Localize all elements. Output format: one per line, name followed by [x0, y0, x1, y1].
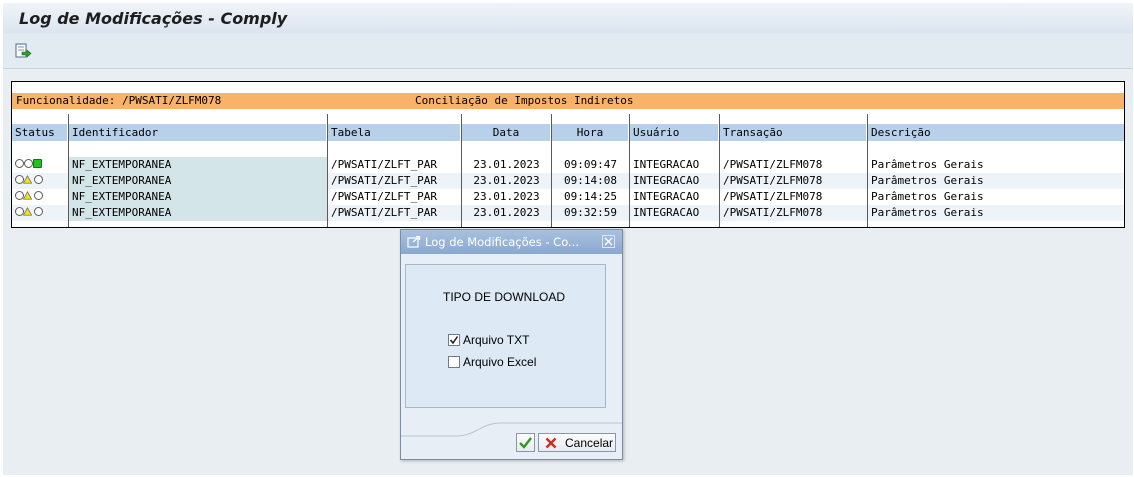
data-cell[interactable]: 23.01.2023 [462, 173, 551, 189]
txt-checkbox[interactable] [448, 334, 460, 346]
light-off-icon [15, 159, 24, 168]
column-header-data[interactable]: Data [462, 124, 550, 141]
download-dialog: Log de Modificações - Co... TIPO DE DOWN… [400, 229, 623, 460]
hora-cell[interactable]: 09:14:25 [552, 189, 629, 205]
column-header-usuario[interactable]: Usuário [630, 124, 718, 141]
table-row[interactable]: NF_EXTEMPORANEA /PWSATI/ZLFT_PAR 23.01.2… [12, 157, 1124, 173]
check-icon [519, 437, 532, 449]
table-row[interactable]: NF_EXTEMPORANEA /PWSATI/ZLFT_PAR 23.01.2… [12, 173, 1124, 189]
funcionalidade-label: Funcionalidade: /PWSATI/ZLFM078 [16, 94, 222, 107]
change-log-grid: Funcionalidade: /PWSATI/ZLFM078 Concilia… [11, 81, 1125, 228]
transacao-cell[interactable]: /PWSATI/ZLFM078 [720, 173, 867, 189]
status-lights-icon [15, 175, 43, 187]
status-lights-icon [15, 191, 43, 203]
light-off-icon [34, 175, 43, 184]
descricao-cell[interactable]: Parâmetros Gerais [868, 205, 1124, 221]
tabela-cell[interactable]: /PWSATI/ZLFT_PAR [328, 157, 461, 173]
column-header-status[interactable]: Status [12, 124, 67, 141]
light-yellow-icon [23, 191, 32, 200]
column-divider[interactable] [867, 114, 868, 227]
status-cell [12, 173, 68, 189]
table-row[interactable]: NF_EXTEMPORANEA /PWSATI/ZLFT_PAR 23.01.2… [12, 189, 1124, 205]
usuario-cell[interactable]: INTEGRACAO [630, 205, 719, 221]
column-divider[interactable] [629, 114, 630, 227]
status-cell [12, 157, 68, 173]
hora-cell[interactable]: 09:09:47 [552, 157, 629, 173]
cancel-button-label: Cancelar [565, 436, 614, 450]
column-divider[interactable] [327, 114, 328, 227]
light-off-icon [24, 159, 33, 168]
usuario-cell[interactable]: INTEGRACAO [630, 157, 719, 173]
descricao-cell[interactable]: Parâmetros Gerais [868, 157, 1124, 173]
table-row[interactable]: NF_EXTEMPORANEA /PWSATI/ZLFT_PAR 23.01.2… [12, 205, 1124, 221]
hora-cell[interactable]: 09:14:08 [552, 173, 629, 189]
check-mark-icon [449, 336, 459, 345]
toolbar [3, 34, 1133, 69]
light-green-icon [33, 159, 42, 168]
descricao-cell[interactable]: Parâmetros Gerais [868, 189, 1124, 205]
transacao-cell[interactable]: /PWSATI/ZLFM078 [720, 189, 867, 205]
tabela-cell[interactable]: /PWSATI/ZLFT_PAR [328, 189, 461, 205]
dialog-title: Log de Modificações - Co... [425, 235, 580, 249]
close-icon[interactable] [602, 235, 615, 248]
identificador-cell[interactable]: NF_EXTEMPORANEA [69, 173, 327, 189]
dialog-window-icon [407, 235, 421, 248]
dialog-body: TIPO DE DOWNLOAD Arquivo TXT Arquivo Exc… [405, 264, 606, 408]
column-header-identificador[interactable]: Identificador [69, 124, 326, 141]
status-lights-icon [15, 207, 43, 219]
column-header-tabela[interactable]: Tabela [328, 124, 460, 141]
tabela-cell[interactable]: /PWSATI/ZLFT_PAR [328, 173, 461, 189]
status-cell [12, 205, 68, 221]
usuario-cell[interactable]: INTEGRACAO [630, 173, 719, 189]
title-bar: Log de Modificações - Comply [3, 3, 1133, 33]
report-title: Conciliação de Impostos Indiretos [415, 94, 634, 107]
data-cell[interactable]: 23.01.2023 [462, 157, 551, 173]
descricao-cell[interactable]: Parâmetros Gerais [868, 173, 1124, 189]
identificador-cell[interactable]: NF_EXTEMPORANEA [69, 157, 327, 173]
confirm-button[interactable] [516, 433, 535, 452]
light-yellow-icon [23, 175, 32, 184]
report-header-bar: Funcionalidade: /PWSATI/ZLFM078 Concilia… [12, 93, 1124, 109]
txt-option-label: Arquivo TXT [463, 333, 530, 347]
column-divider[interactable] [719, 114, 720, 227]
export-icon[interactable] [14, 42, 32, 60]
column-divider[interactable] [461, 114, 462, 227]
column-header-hora[interactable]: Hora [552, 124, 628, 141]
column-header-transacao[interactable]: Transação [720, 124, 866, 141]
light-yellow-icon [23, 207, 32, 216]
column-divider[interactable] [68, 114, 69, 227]
identificador-cell[interactable]: NF_EXTEMPORANEA [69, 205, 327, 221]
transacao-cell[interactable]: /PWSATI/ZLFM078 [720, 205, 867, 221]
tabela-cell[interactable]: /PWSATI/ZLFT_PAR [328, 205, 461, 221]
usuario-cell[interactable]: INTEGRACAO [630, 189, 719, 205]
window-title: Log de Modificações - Comply [19, 9, 288, 28]
cancel-x-icon [545, 437, 557, 449]
status-cell [12, 189, 68, 205]
identificador-cell[interactable]: NF_EXTEMPORANEA [69, 189, 327, 205]
cancel-button[interactable]: Cancelar [538, 433, 616, 452]
light-off-icon [34, 191, 43, 200]
dialog-title-bar[interactable]: Log de Modificações - Co... [401, 230, 622, 254]
column-divider[interactable] [551, 114, 552, 227]
data-cell[interactable]: 23.01.2023 [462, 205, 551, 221]
status-lights-icon [15, 159, 43, 171]
transacao-cell[interactable]: /PWSATI/ZLFM078 [720, 157, 867, 173]
excel-option-label: Arquivo Excel [463, 355, 537, 369]
data-cell[interactable]: 23.01.2023 [462, 189, 551, 205]
hora-cell[interactable]: 09:32:59 [552, 205, 629, 221]
column-header-descricao[interactable]: Descrição [868, 124, 1124, 141]
download-type-label: TIPO DE DOWNLOAD [443, 290, 566, 304]
light-off-icon [34, 207, 43, 216]
excel-checkbox[interactable] [448, 356, 460, 368]
